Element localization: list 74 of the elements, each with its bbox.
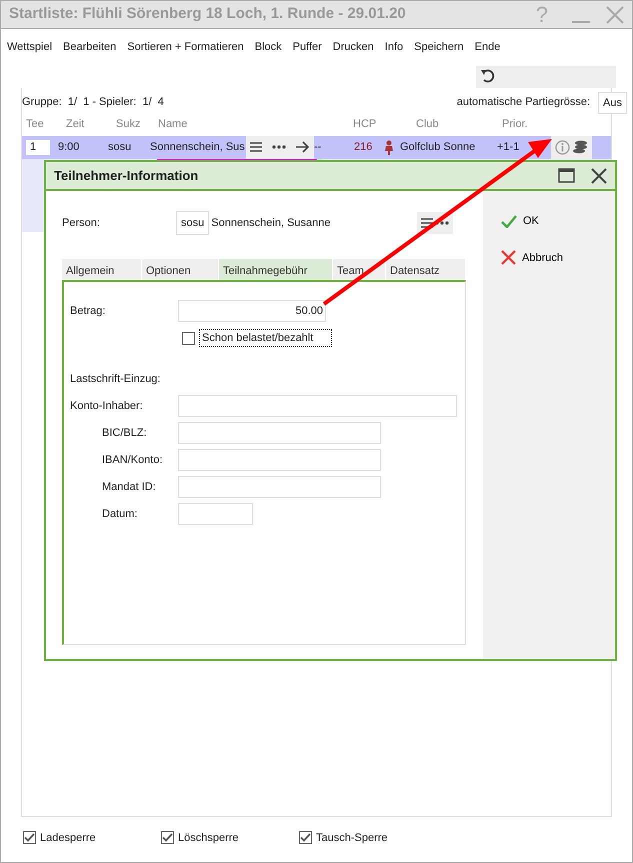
dialog-title: Teilnehmer-Information [54, 166, 200, 185]
amount-field[interactable]: 50.00 [178, 300, 326, 322]
checkbox[interactable] [182, 332, 195, 344]
menu-item[interactable]: Info [384, 39, 404, 56]
table-cell-text: Golfclub Sonne [400, 140, 476, 155]
checkbox-label[interactable]: Ladesperre [40, 830, 96, 846]
menu-item[interactable]: Drucken [332, 39, 374, 56]
section-label: Lastschrift-Einzug: [70, 372, 160, 387]
column-header: Tee [25, 117, 45, 132]
table-cell-text: sosu [108, 140, 132, 155]
menu-icon [421, 218, 434, 228]
field-label: IBAN/Konto: [101, 452, 164, 468]
menu-item[interactable]: Puffer [292, 39, 322, 56]
input-field[interactable] [178, 422, 381, 444]
checkbox[interactable] [299, 831, 312, 844]
field-label: Betrag: [70, 304, 106, 319]
menu-item[interactable]: Sortieren + Formatieren [127, 39, 244, 56]
menu-icon[interactable] [250, 142, 262, 152]
column-header: Name [158, 117, 188, 132]
person-icon [384, 140, 394, 154]
input-field[interactable] [178, 395, 457, 417]
checkbox[interactable] [23, 831, 36, 844]
cancel-button[interactable]: Abbruch [501, 250, 597, 266]
coins-icon[interactable] [573, 140, 588, 154]
column-header: Prior. [502, 117, 529, 132]
table-cell-text: 9:00 [58, 140, 80, 155]
menu-item[interactable]: Block [254, 39, 282, 56]
tee-field[interactable]: 1 [26, 140, 50, 154]
field-label: Konto-Inhaber: [70, 398, 144, 414]
column-header: HCP [353, 117, 378, 132]
column-header: Sukz [116, 117, 142, 132]
more-icon[interactable] [272, 145, 286, 149]
close-icon[interactable] [591, 168, 607, 184]
tab[interactable]: Allgemein [62, 259, 142, 280]
field-label: Datum: [101, 506, 138, 522]
tab[interactable]: Teilnahmegebühr [219, 259, 333, 280]
check-icon [162, 833, 173, 842]
more-icon [435, 221, 450, 225]
menu-item[interactable]: Bearbeiten [63, 39, 116, 56]
table-cell-text: +1-1 [497, 140, 520, 155]
input-field[interactable] [178, 476, 381, 498]
input-field[interactable] [178, 503, 253, 525]
column-header: Zeit [66, 117, 86, 132]
checkbox-label[interactable]: Tausch-Sperre [316, 830, 388, 846]
right-arrow-icon[interactable] [296, 141, 310, 153]
menu-item[interactable]: Speichern [414, 39, 464, 56]
person-label: Person: [62, 216, 101, 231]
check-icon [501, 214, 517, 228]
person-code-field[interactable]: sosu [176, 211, 210, 235]
table-cell-text: Sonnenschein, Sus [150, 140, 246, 155]
maximize-icon[interactable] [558, 168, 575, 183]
undo-icon [480, 68, 496, 84]
close-icon [501, 250, 516, 266]
column-header: Club [416, 117, 440, 132]
window-title: Startliste: Flühli Sörenberg 18 Loch, 1. Runde - 29.01.20 [9, 4, 407, 24]
check-icon [300, 833, 311, 842]
party-size-label: automatische Partiegrösse: [456, 95, 590, 110]
checkbox-label[interactable]: Schon belastet/bezahlt [199, 328, 332, 348]
menu-item[interactable]: Ende [474, 39, 500, 56]
check-icon [24, 833, 35, 842]
group-info: Gruppe: 1/ 1 - Spieler: 1/ 4 [22, 95, 164, 110]
field-label: Mandat ID: [101, 480, 157, 495]
table-cell-text: -- [314, 140, 322, 155]
menu-item[interactable]: Wettspiel [7, 39, 52, 56]
tab[interactable]: Datensatz [386, 259, 466, 280]
person-name: Sonnenschein, Susanne [211, 216, 332, 231]
tab[interactable]: Team [333, 259, 386, 280]
field-label: BIC/BLZ: [101, 426, 148, 441]
ok-button[interactable]: OK [501, 213, 597, 230]
checkbox-label[interactable]: Löschsperre [178, 830, 239, 846]
checkbox[interactable] [161, 831, 174, 844]
input-field[interactable] [178, 449, 381, 471]
table-cell-text: 216 [354, 140, 374, 155]
party-size-field[interactable]: Aus [598, 92, 627, 114]
